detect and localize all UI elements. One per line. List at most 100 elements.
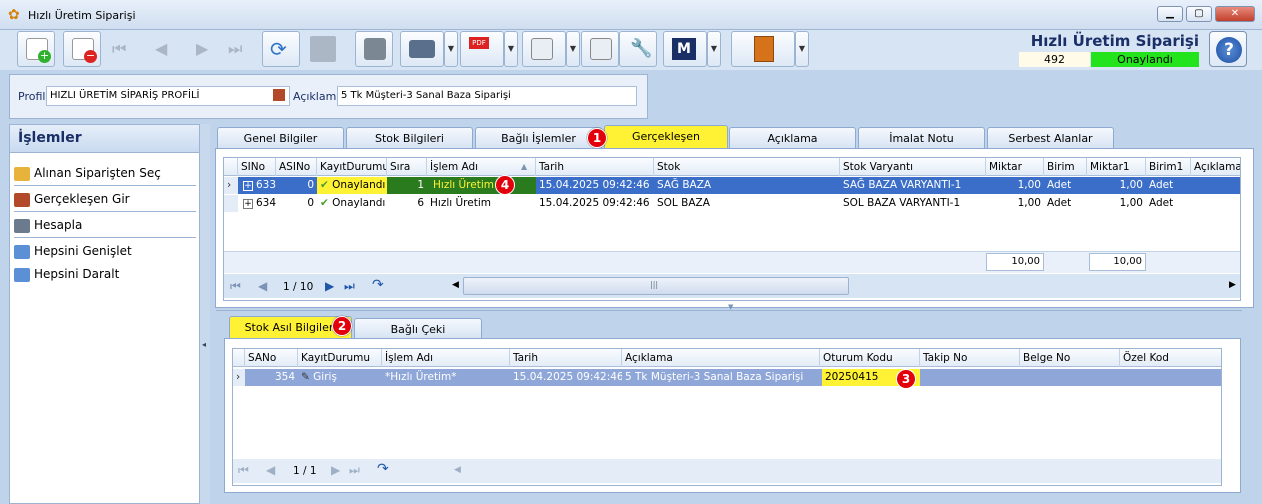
horizontal-scrollbar[interactable]: ||| bbox=[463, 277, 849, 295]
cell-tarih: 15.04.2025 09:42:46 bbox=[513, 371, 622, 383]
description-input[interactable]: 5 Tk Müşteri-3 Sanal Baza Siparişi bbox=[337, 86, 637, 106]
divider bbox=[14, 185, 196, 186]
import-button[interactable] bbox=[581, 31, 619, 67]
tab-manufacturing-note[interactable]: İmalat Notu bbox=[858, 127, 985, 149]
cell-sino: 634 bbox=[256, 197, 277, 209]
scroll-left-icon[interactable]: ◀ bbox=[452, 280, 459, 290]
collapse-all-item[interactable]: Hepsini Daralt bbox=[14, 262, 196, 286]
col-status[interactable]: KayıtDurumu bbox=[317, 158, 387, 176]
first-page-icon[interactable]: ⏮ bbox=[238, 463, 249, 478]
profile-lookup-icon[interactable] bbox=[273, 89, 285, 101]
col-islem[interactable]: İşlem Adı bbox=[427, 158, 536, 176]
col-oturum[interactable]: Oturum Kodu bbox=[820, 349, 920, 367]
col-miktar1[interactable]: Miktar1 bbox=[1087, 158, 1146, 176]
delete-document-button[interactable]: − bbox=[63, 31, 101, 67]
col-birim[interactable]: Birim bbox=[1044, 158, 1087, 176]
col-stok[interactable]: Stok bbox=[654, 158, 840, 176]
print-button[interactable] bbox=[400, 31, 444, 67]
expand-all-item[interactable]: Hepsini Genişlet bbox=[14, 239, 196, 263]
cell-sira: 6 bbox=[417, 197, 424, 209]
reload-icon[interactable]: ↷ bbox=[372, 277, 384, 293]
scroll-left-icon[interactable]: ◀ bbox=[454, 465, 461, 475]
select-from-order-item[interactable]: Alınan Siparişten Seç bbox=[14, 161, 196, 185]
exit-button[interactable] bbox=[731, 31, 795, 67]
calculate-item[interactable]: Hesapla bbox=[14, 213, 196, 237]
wrench-icon: 🔧 bbox=[630, 38, 653, 59]
col-ozel[interactable]: Özel Kod bbox=[1120, 349, 1221, 367]
scroll-right-icon[interactable]: ▶ bbox=[1229, 280, 1236, 290]
transfer-dropdown[interactable]: ▼ bbox=[566, 31, 580, 67]
cell-varyant: SAĞ BAZA VARYANTI-1 bbox=[843, 179, 962, 191]
col-sino[interactable]: SINo bbox=[238, 158, 276, 176]
tools-button[interactable]: 🔧 bbox=[619, 31, 657, 67]
cell-birim: Adet bbox=[1047, 197, 1072, 209]
refresh-button[interactable]: ⟳ bbox=[262, 31, 300, 67]
help-button[interactable]: ? bbox=[1209, 31, 1247, 67]
exit-dropdown[interactable]: ▼ bbox=[795, 31, 809, 67]
first-record-icon[interactable]: ⏮ bbox=[112, 39, 126, 59]
save-icon[interactable] bbox=[310, 36, 336, 62]
minimize-button[interactable]: ▁ bbox=[1157, 6, 1183, 22]
next-page-icon[interactable]: ▶ bbox=[331, 463, 340, 477]
col-aciklama[interactable]: Açıklama bbox=[1191, 158, 1240, 176]
pdf-dropdown[interactable]: ▼ bbox=[504, 31, 518, 67]
col-status[interactable]: KayıtDurumu bbox=[298, 349, 382, 367]
select-from-order-label: Alınan Siparişten Seç bbox=[34, 166, 161, 180]
module-button[interactable]: M bbox=[663, 31, 707, 67]
tab-free-fields[interactable]: Serbest Alanlar bbox=[987, 127, 1114, 149]
last-page-icon[interactable]: ⏭ bbox=[349, 463, 360, 478]
enter-realized-item[interactable]: Gerçekleşen Gir bbox=[14, 187, 196, 211]
previous-record-icon[interactable]: ◀ bbox=[155, 39, 167, 58]
tab-stock[interactable]: Stok Bilgileri bbox=[346, 127, 473, 149]
col-belge[interactable]: Belge No bbox=[1020, 349, 1120, 367]
col-sira[interactable]: Sıra bbox=[387, 158, 427, 176]
table-row[interactable]: › +633 0 ✔ Onaylandı 1 Hızlı Üretim 15.0… bbox=[224, 177, 1240, 194]
col-sano[interactable]: SANo bbox=[245, 349, 298, 367]
col-birim1[interactable]: Birim1 bbox=[1146, 158, 1191, 176]
col-islem[interactable]: İşlem Adı bbox=[382, 349, 510, 367]
cell-asino: 0 bbox=[307, 179, 314, 191]
table-row[interactable]: › 354 ✎ Giriş *Hızlı Üretim* 15.04.2025 … bbox=[233, 369, 1221, 386]
col-asino[interactable]: ASINo bbox=[276, 158, 317, 176]
stock-grid: SANo KayıtDurumu İşlem Adı Tarih Açıklam… bbox=[232, 348, 1222, 486]
panel-splitter[interactable]: ◂ bbox=[200, 124, 210, 504]
first-page-icon[interactable]: ⏮ bbox=[230, 279, 241, 294]
col-tarih[interactable]: Tarih bbox=[510, 349, 622, 367]
tab-linked[interactable]: Bağlı İşlemler bbox=[475, 127, 602, 149]
new-document-button[interactable]: + bbox=[17, 31, 55, 67]
tab-general[interactable]: Genel Bilgiler bbox=[217, 127, 344, 149]
module-dropdown[interactable]: ▼ bbox=[707, 31, 721, 67]
next-page-icon[interactable]: ▶ bbox=[325, 279, 334, 293]
add-icon: + bbox=[38, 49, 51, 63]
prev-page-icon[interactable]: ◀ bbox=[266, 463, 275, 477]
table-row[interactable]: +634 0 ✔ Onaylandı 6 Hızlı Üretim 15.04.… bbox=[224, 195, 1240, 212]
tab-realized[interactable]: Gerçekleşen bbox=[604, 125, 728, 150]
col-aciklama[interactable]: Açıklama bbox=[622, 349, 820, 367]
marker-4: 4 bbox=[495, 175, 515, 195]
reload-icon[interactable]: ↷ bbox=[377, 461, 389, 477]
page-indicator: 1 / 10 bbox=[283, 281, 314, 293]
cell-islem: Hızlı Üretim bbox=[427, 177, 536, 194]
col-takip[interactable]: Takip No bbox=[920, 349, 1020, 367]
col-varyant[interactable]: Stok Varyantı bbox=[840, 158, 986, 176]
tab-description[interactable]: Açıklama bbox=[729, 127, 856, 149]
prev-page-icon[interactable]: ◀ bbox=[258, 279, 267, 293]
transfer-button[interactable] bbox=[522, 31, 566, 67]
cell-birim1: Adet bbox=[1149, 179, 1174, 191]
next-record-icon[interactable]: ▶ bbox=[196, 39, 208, 58]
tab-linked-check[interactable]: Bağlı Çeki bbox=[354, 318, 482, 339]
last-page-icon[interactable]: ⏭ bbox=[344, 279, 355, 294]
page-indicator: 1 / 1 bbox=[293, 465, 317, 477]
col-miktar[interactable]: Miktar bbox=[986, 158, 1044, 176]
profile-input[interactable]: HIZLI ÜRETİM SİPARİŞ PROFİLİ bbox=[46, 86, 290, 106]
col-tarih[interactable]: Tarih bbox=[536, 158, 654, 176]
cell-sira: 1 bbox=[387, 177, 427, 194]
grid-header: SANo KayıtDurumu İşlem Adı Tarih Açıklam… bbox=[233, 349, 1221, 367]
realized-grid: SINo ASINo KayıtDurumu Sıra İşlem Adı Ta… bbox=[223, 157, 1241, 301]
print-dropdown[interactable]: ▼ bbox=[444, 31, 458, 67]
save-close-button[interactable] bbox=[355, 31, 393, 67]
pdf-export-button[interactable]: PDF bbox=[460, 31, 504, 67]
maximize-button[interactable]: ▢ bbox=[1186, 6, 1212, 22]
close-button[interactable]: ✕ bbox=[1215, 6, 1255, 22]
last-record-icon[interactable]: ⏭ bbox=[228, 39, 242, 59]
